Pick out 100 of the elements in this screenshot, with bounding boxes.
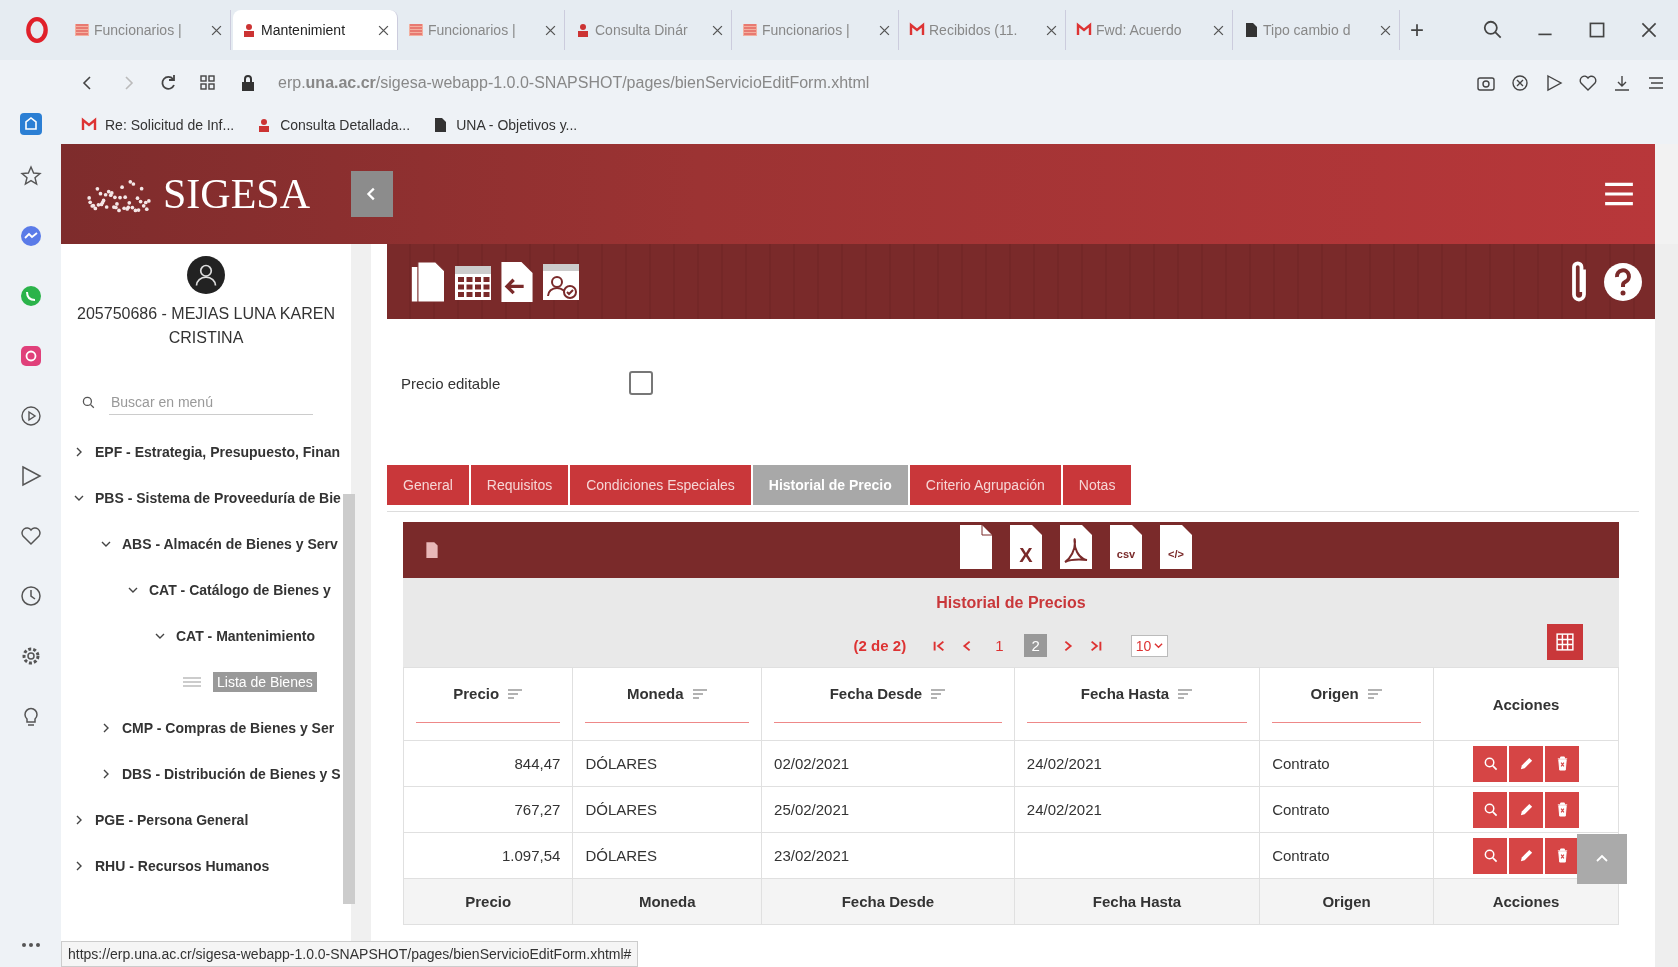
column-footer: Fecha Hasta — [1092, 893, 1182, 910]
search-icon — [1482, 848, 1498, 863]
column-header[interactable]: Fecha Desde — [761, 667, 1015, 741]
phone-bubble-icon[interactable] — [18, 284, 43, 308]
menu-item[interactable]: PBS - Sistema de Proveeduría de Bie — [95, 490, 341, 506]
column-header[interactable]: Acciones — [1433, 667, 1619, 741]
home-icon[interactable] — [18, 112, 43, 136]
mail-favicon-icon — [909, 22, 925, 38]
grid-favicon-icon — [742, 22, 758, 38]
last-page-icon[interactable] — [1088, 638, 1103, 653]
tab[interactable]: Requisitos — [470, 465, 569, 505]
menu-item[interactable]: CMP - Compras de Bienes y Ser — [122, 720, 335, 736]
table-cell: 1.097,54 — [502, 847, 561, 864]
app-logo-text: SIGESA — [163, 170, 311, 218]
table-cell: Contrato — [1272, 847, 1330, 864]
grid-icon — [1556, 633, 1574, 651]
close-icon[interactable] — [1380, 24, 1391, 36]
close-icon[interactable] — [211, 24, 222, 36]
csv-export-icon[interactable]: csv — [1109, 524, 1143, 570]
bookmark[interactable]: UNA - Objetivos y... — [432, 117, 578, 133]
view-button[interactable] — [1473, 837, 1507, 874]
close-icon[interactable] — [1213, 24, 1224, 36]
heart-icon[interactable] — [18, 524, 43, 548]
search-icon — [1482, 756, 1498, 771]
tab[interactable]: Condiciones Especiales — [570, 465, 751, 505]
close-icon[interactable] — [1046, 24, 1057, 36]
close-icon[interactable] — [378, 24, 389, 36]
search-icon — [1482, 802, 1498, 817]
search-icon — [81, 394, 97, 411]
menu-icon[interactable] — [1603, 181, 1635, 207]
camera-square-icon[interactable] — [18, 344, 43, 368]
document-favicon-icon — [432, 117, 449, 133]
menu-search-field[interactable]: Buscar en menú — [109, 390, 313, 415]
page-link[interactable]: 1 — [988, 634, 1011, 657]
tab[interactable]: General — [387, 465, 469, 505]
delete-button[interactable] — [1545, 791, 1579, 828]
column-header[interactable]: Moneda — [572, 667, 762, 741]
star-icon[interactable] — [18, 164, 43, 188]
status-url: https://erp.una.ac.cr/sigesa-webapp-1.0.0-SNAPSHOT/pages/bienServicioEditForm.xhtml# — [61, 941, 639, 967]
download-icon[interactable] — [1612, 73, 1632, 93]
column-header[interactable]: Fecha Hasta — [1014, 667, 1260, 741]
spreadsheet-export-icon[interactable]: X — [1009, 524, 1043, 570]
menu-item[interactable]: EPF - Estrategia, Presupuesto, Finan — [95, 444, 341, 460]
tiles-icon[interactable] — [198, 73, 218, 93]
checkbox[interactable] — [629, 371, 653, 395]
pdf-export-icon[interactable] — [1059, 524, 1093, 570]
pencil-icon — [1518, 802, 1534, 817]
code-export-icon[interactable]: </> — [1159, 524, 1193, 570]
delete-button[interactable] — [1545, 745, 1579, 782]
menu-item[interactable]: RHU - Recursos Humanos — [95, 858, 270, 874]
edit-button[interactable] — [1509, 745, 1543, 782]
edit-button[interactable] — [1509, 791, 1543, 828]
close-icon[interactable] — [545, 24, 556, 36]
browser-tab[interactable]: Mantenimient — [233, 10, 398, 50]
search-icon[interactable] — [1482, 19, 1504, 41]
scrollbar[interactable] — [1655, 244, 1678, 967]
shield-icon[interactable] — [1510, 73, 1530, 93]
close-icon[interactable] — [879, 24, 890, 36]
mail-favicon-icon — [81, 117, 97, 133]
new-tab-button[interactable]: + — [1410, 16, 1424, 44]
page-summary: (2 de 2) — [853, 637, 907, 654]
list-icon — [181, 676, 203, 688]
menu-item[interactable]: DBS - Distribución de Bienes y S — [122, 766, 341, 782]
column-header[interactable]: Precio — [403, 667, 573, 741]
tab[interactable]: Notas — [1062, 465, 1132, 505]
table-cell: 02/02/2021 — [774, 755, 850, 772]
caret-icon — [1154, 641, 1164, 650]
close-icon[interactable] — [712, 24, 723, 36]
tab[interactable]: Criterio Agrupación — [909, 465, 1061, 505]
edit-button[interactable] — [1509, 837, 1543, 874]
chat-bubble-icon[interactable] — [18, 224, 43, 248]
send-icon[interactable] — [1544, 73, 1564, 93]
table-cell: 25/02/2021 — [774, 801, 850, 818]
view-button[interactable] — [1473, 791, 1507, 828]
table-title: Historial de Precios — [935, 593, 1087, 612]
column-toggle-button[interactable] — [1547, 624, 1583, 660]
document-icon[interactable] — [959, 524, 993, 570]
user-name: 205750686 - MEJIAS LUNA KAREN CRISTINA — [76, 304, 336, 348]
rows-per-page-dropdown[interactable]: 10 — [1130, 634, 1169, 657]
pencil-icon — [1518, 848, 1534, 863]
menu-item[interactable]: PGE - Persona General — [95, 812, 249, 828]
delete-button[interactable] — [1545, 837, 1579, 874]
menu-item[interactable]: CAT - Mantenimiento — [176, 628, 315, 644]
ring-logo-icon[interactable] — [24, 17, 50, 43]
scrollbar[interactable] — [343, 494, 355, 904]
column-header[interactable]: Origen — [1259, 667, 1434, 741]
column-footer: Moneda — [638, 893, 696, 910]
play-circle-icon[interactable] — [18, 404, 43, 428]
bookmark[interactable]: Re: Solicitud de Inf... — [81, 117, 235, 133]
menu-item[interactable]: ABS - Almacén de Bienes y Serv — [122, 536, 338, 552]
document-icon[interactable] — [425, 541, 439, 559]
column-footer: Origen — [1322, 893, 1371, 910]
bookmark[interactable]: Consulta Detallada... — [256, 117, 411, 133]
clock-icon[interactable] — [18, 584, 43, 608]
view-button[interactable] — [1473, 745, 1507, 782]
first-page-icon[interactable] — [932, 638, 947, 653]
column-footer: Acciones — [1492, 893, 1560, 910]
heart-icon[interactable] — [1578, 73, 1598, 93]
column-footer: Fecha Desde — [841, 893, 935, 910]
menu-item[interactable]: CAT - Catálogo de Bienes y — [149, 582, 331, 598]
